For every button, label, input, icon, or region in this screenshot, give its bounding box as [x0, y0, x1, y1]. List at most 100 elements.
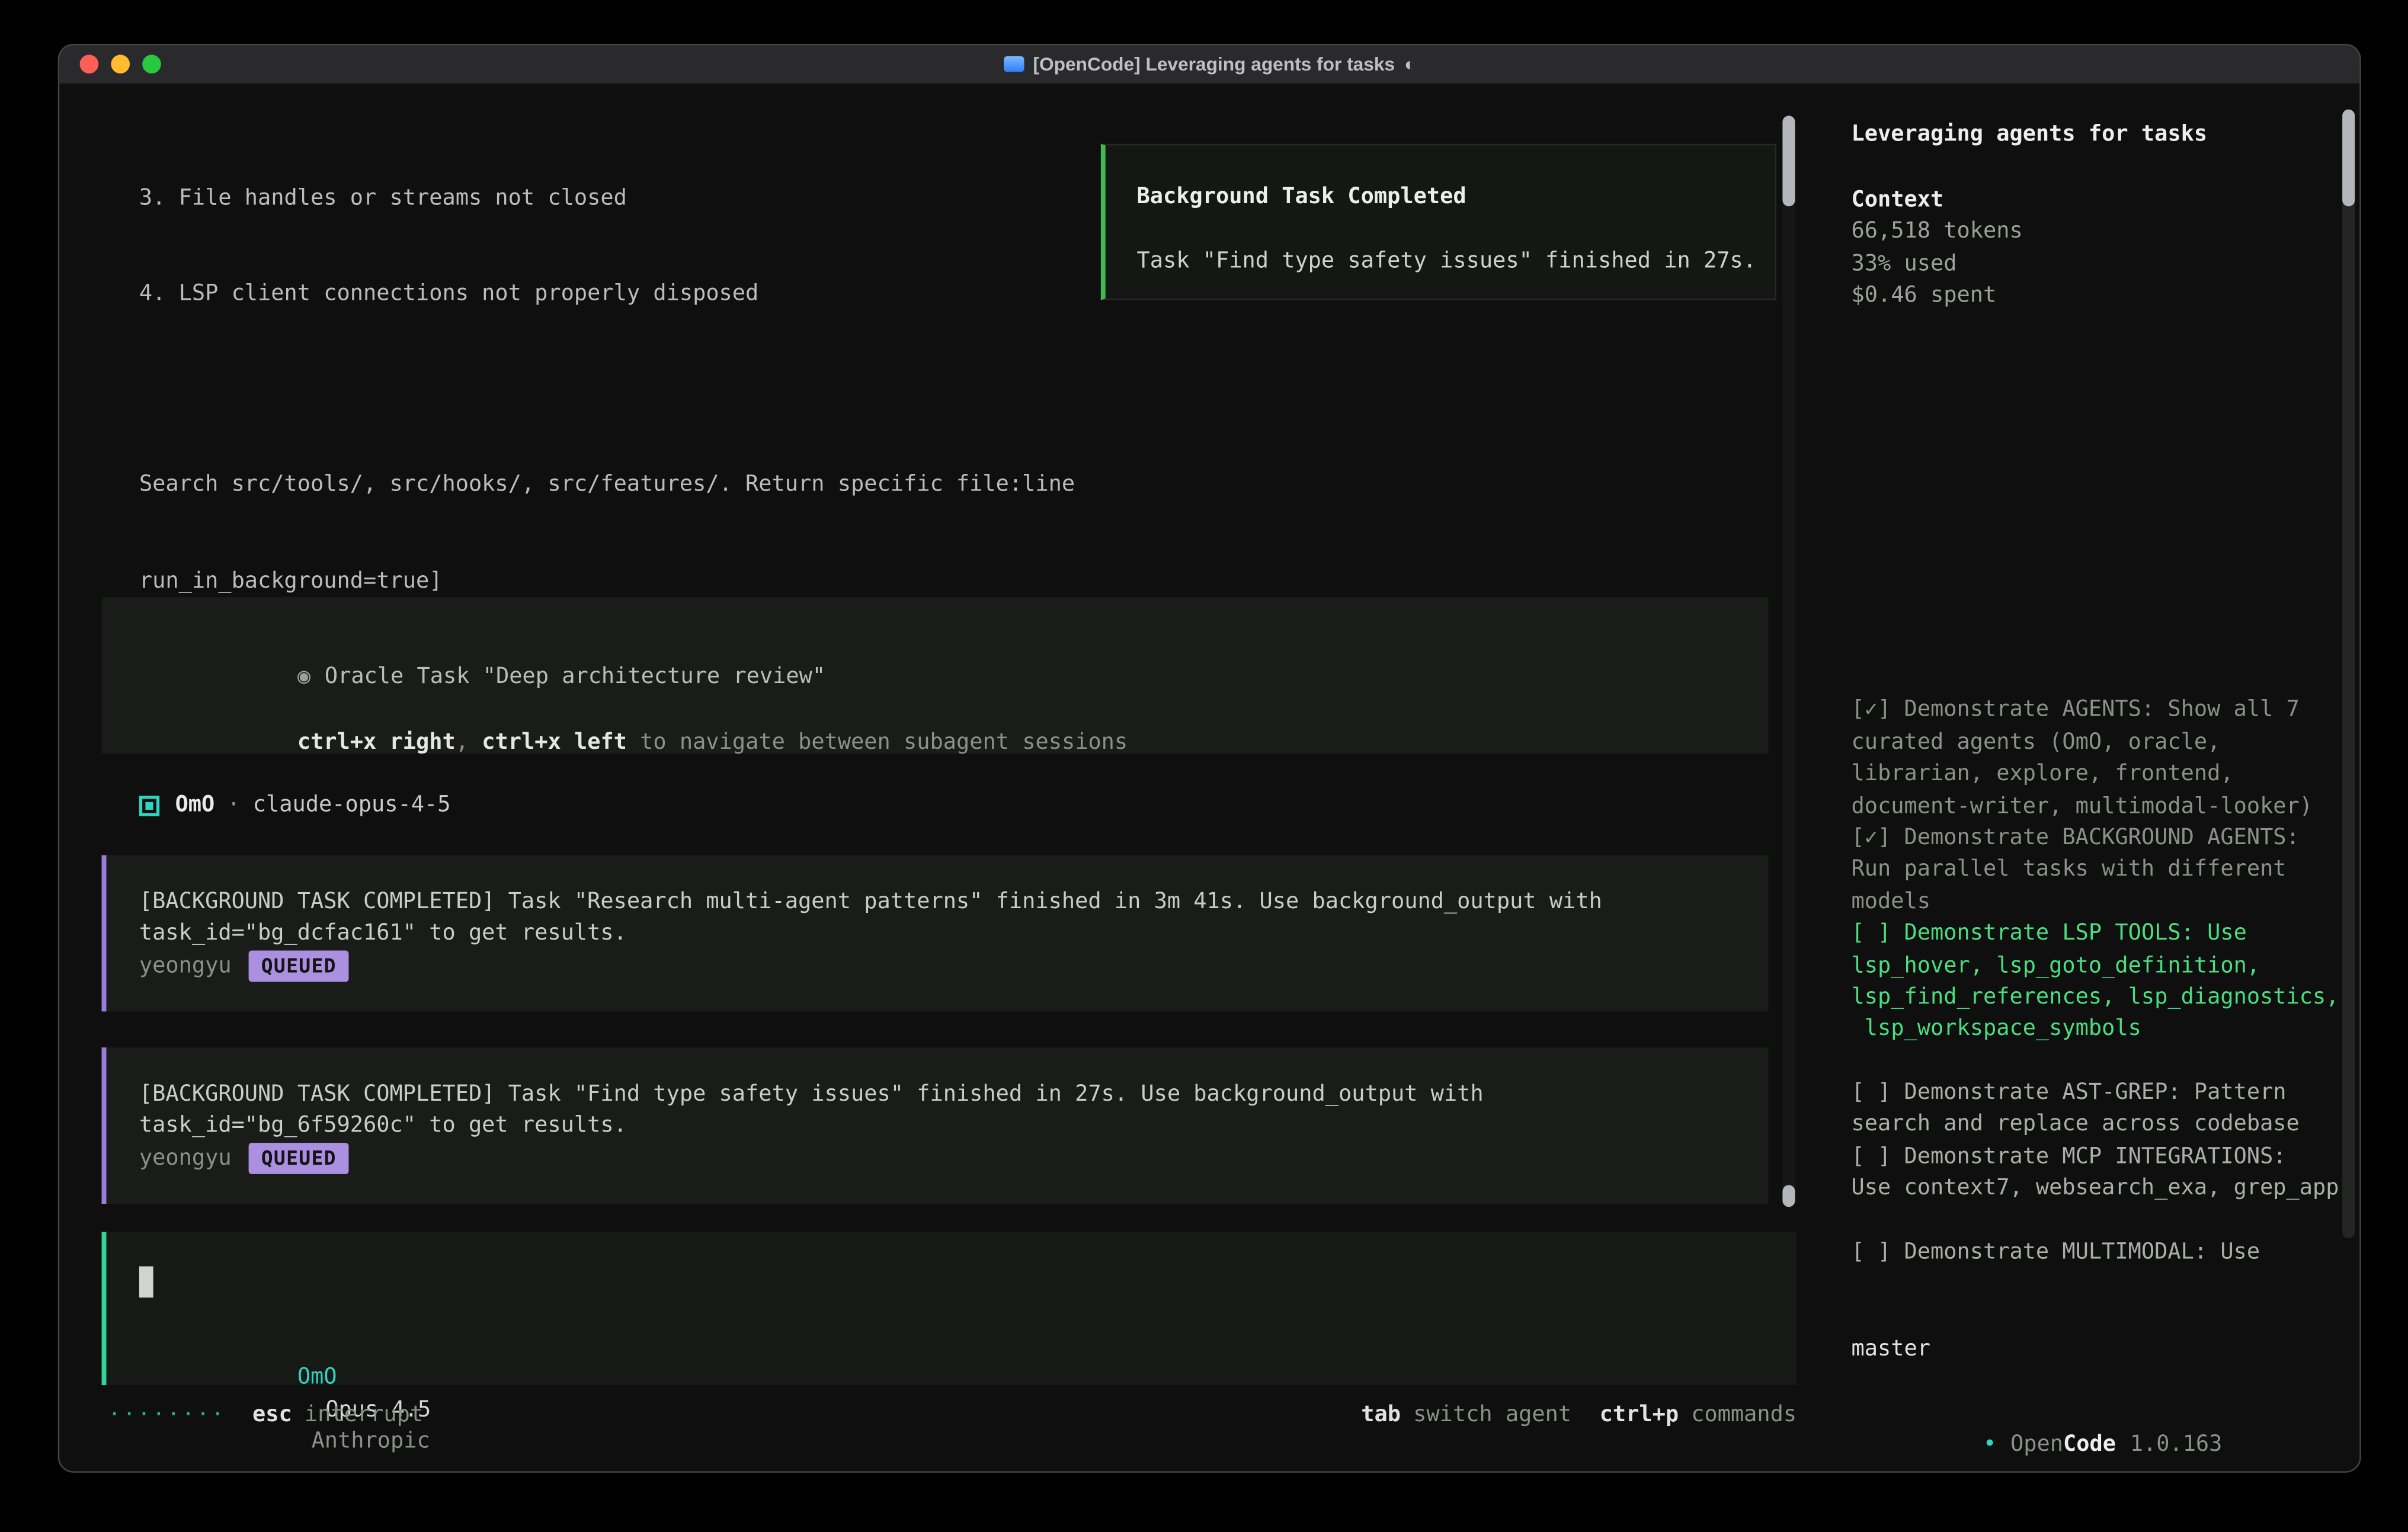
input-provider-name: Anthropic [312, 1430, 430, 1454]
task-message-line: [BACKGROUND TASK COMPLETED] Task "Find t… [139, 1079, 1484, 1111]
record-icon: ◉ [297, 665, 310, 690]
ctrlp-key-hint: ctrl+p [1600, 1399, 1679, 1431]
todo-item: [ ] Demonstrate AST-GREP: Pattern search… [1852, 1077, 2339, 1141]
task-user: yeongyu [139, 950, 232, 982]
chat-pane: 3. File handles or streams not closed 4.… [59, 85, 1828, 1473]
terminal-line: Search src/tools/, src/hooks/, src/featu… [139, 470, 1784, 502]
agent-name: OmO [175, 790, 215, 822]
mcp-heading[interactable]: ▼MCP [1852, 342, 2341, 374]
esc-key-label: interrupt [305, 1399, 423, 1431]
todo-line: lsp_find_references, lsp_diagnostics, [1852, 982, 2339, 1014]
queued-badge: QUEUED [249, 951, 349, 982]
session-sidebar: Leveraging agents for tasks Context 66,5… [1828, 85, 2361, 1473]
context-used: 33% used [1852, 248, 2023, 280]
todo-item: [✓] Demonstrate BACKGROUND AGENTS: Run p… [1852, 822, 2339, 918]
app-icon [1003, 56, 1023, 72]
app-version: 1.0.163 [2130, 1432, 2223, 1457]
lsp-item: •typescript [1852, 566, 2221, 598]
chat-scrollbar-thumb[interactable] [1782, 116, 1795, 206]
traffic-lights [80, 46, 161, 83]
sidebar-scrollbar-track[interactable] [2342, 110, 2355, 1238]
task-user: yeongyu [139, 1143, 232, 1175]
sidebar-scrollbar-thumb[interactable] [2342, 110, 2355, 207]
hint-text: to navigate between subagent sessions [627, 730, 1128, 755]
task-message-line: task_id="bg_6f59260c" to get results. [139, 1111, 627, 1143]
terminal-line: run_in_background=true] [139, 565, 1784, 597]
context-heading: Context [1852, 184, 2023, 216]
todo-item: [✓] Demonstrate AGENTS: Show all 7 curat… [1852, 695, 2339, 822]
todo-heading[interactable]: ▼Todo [1852, 663, 2339, 695]
oracle-task-panel: ◉Oracle Task "Deep architecture review" … [102, 597, 1769, 754]
terminal-window: [OpenCode] Leveraging agents for tasks ◐… [58, 44, 2361, 1473]
todo-line: curated agents (OmO, oracle, [1852, 727, 2339, 759]
separator-dot: · [227, 790, 240, 822]
todo-section: ▼Todo [✓] Demonstrate AGENTS: Show all 7… [1852, 663, 2339, 1268]
lsp-heading[interactable]: ▼LSP [1852, 502, 2221, 534]
task-message-line: [BACKGROUND TASK COMPLETED] Task "Resear… [139, 886, 1602, 918]
todo-line: search and replace across codebase [1852, 1109, 2339, 1141]
subagent-nav-hint: ctrl+x right, ctrl+x left to navigate be… [139, 696, 1128, 791]
todo-line: [ ] Demonstrate MULTIMODAL: Use [1852, 1236, 2339, 1268]
agent-model: claude-opus-4-5 [253, 790, 451, 822]
minimize-button[interactable] [111, 55, 130, 73]
workspace-branch: master [1852, 1334, 2361, 1366]
ctrlp-key-label: commands [1691, 1399, 1797, 1431]
todo-item: [ ] Demonstrate MCP INTEGRATIONS: Use co… [1852, 1141, 2339, 1205]
chat-scrollbar-thumb-secondary[interactable] [1782, 1185, 1795, 1207]
todo-item-active: [ ] Demonstrate LSP TOOLS: Use lsp_hover… [1852, 918, 2339, 1045]
todo-line: [✓] Demonstrate BACKGROUND AGENTS: [1852, 822, 2339, 854]
status-right: tab switch agent ctrl+p commands [1361, 1399, 1797, 1431]
toast-notification: Background Task Completed Task "Find typ… [1101, 144, 1776, 300]
agent-checkbox-icon [139, 795, 159, 815]
mcp-item: •grep_appConnected [1852, 406, 2341, 438]
toast-body: Task "Find type safety issues" finished … [1137, 245, 1756, 277]
background-task-message: [BACKGROUND TASK COMPLETED] Task "Find t… [102, 1047, 1769, 1204]
background-task-message: [BACKGROUND TASK COMPLETED] Task "Resear… [102, 855, 1769, 1012]
todo-line: models [1852, 886, 2339, 918]
todo-line: [ ] Demonstrate LSP TOOLS: Use [1852, 918, 2339, 950]
terminal-blank-line [139, 374, 1784, 406]
desktop: [OpenCode] Leveraging agents for tasks ◐… [0, 0, 2408, 1532]
app-version-footer: • OpenCode 1.0.163 [1852, 1398, 2223, 1473]
window-body: 3. File handles or streams not closed 4.… [59, 85, 2359, 1472]
commands-hint-group: ctrl+p commands [1600, 1399, 1797, 1431]
brand-name-dim: Open [2010, 1432, 2063, 1457]
spinner-dots-icon: ········ [108, 1399, 226, 1431]
status-left: ········ esc interrupt [108, 1399, 423, 1431]
brand-name-bright: Code [2063, 1432, 2116, 1457]
hint-key-right: ctrl+x right [297, 730, 456, 755]
todo-line: [ ] Demonstrate AST-GREP: Pattern [1852, 1077, 2339, 1109]
context-tokens: 66,518 tokens [1852, 216, 2023, 248]
spinner-icon: ◐ [1404, 53, 1416, 75]
todo-line: librarian, explore, frontend, [1852, 758, 2339, 790]
session-title: Leveraging agents for tasks [1852, 119, 2208, 151]
context-spent: $0.46 spent [1852, 280, 2023, 312]
status-bar: ········ esc interrupt tab switch agent … [108, 1399, 1797, 1431]
mcp-section: ▼MCP •context7Connected •grep_appConnect… [1852, 342, 2341, 470]
todo-line: lsp_workspace_symbols [1852, 1014, 2339, 1046]
tab-key-label: switch agent [1413, 1399, 1571, 1431]
input-agent-name: OmO [297, 1366, 337, 1390]
workspace-path: ~/local-workspaces/oh-my-opencode: maste… [1852, 1302, 2361, 1366]
queued-badge: QUEUED [249, 1143, 349, 1175]
task-message-line: task_id="bg_dcfac161" to get results. [139, 918, 627, 950]
task-message-footer: yeongyu QUEUED [139, 1143, 349, 1175]
oracle-task-label: Oracle Task "Deep architecture review" [325, 665, 825, 690]
zoom-button[interactable] [142, 55, 161, 73]
titlebar: [OpenCode] Leveraging agents for tasks ◐ [59, 46, 2359, 85]
hint-separator: , [456, 730, 482, 755]
context-section: Context 66,518 tokens 33% used $0.46 spe… [1852, 184, 2023, 312]
toast-title: Background Task Completed [1137, 181, 1466, 213]
chat-scrollbar-track[interactable] [1782, 116, 1795, 1207]
hint-key-left: ctrl+x left [482, 730, 627, 755]
todo-line: [✓] Demonstrate AGENTS: Show all 7 [1852, 695, 2339, 727]
bullet-icon: • [1983, 1432, 1996, 1457]
prompt-input[interactable]: OmO Opus 4.5 Anthropic [102, 1232, 1797, 1386]
task-message-footer: yeongyu QUEUED [139, 950, 349, 982]
todo-line: [ ] Demonstrate MCP INTEGRATIONS: [1852, 1141, 2339, 1173]
todo-item: [ ] Demonstrate MULTIMODAL: Use [1852, 1236, 2339, 1268]
close-button[interactable] [80, 55, 99, 73]
todo-line: document-writer, multimodal-looker) [1852, 790, 2339, 822]
todo-line: Use context7, websearch_exa, grep_app [1852, 1173, 2339, 1205]
agent-header: OmO · claude-opus-4-5 [139, 790, 451, 822]
